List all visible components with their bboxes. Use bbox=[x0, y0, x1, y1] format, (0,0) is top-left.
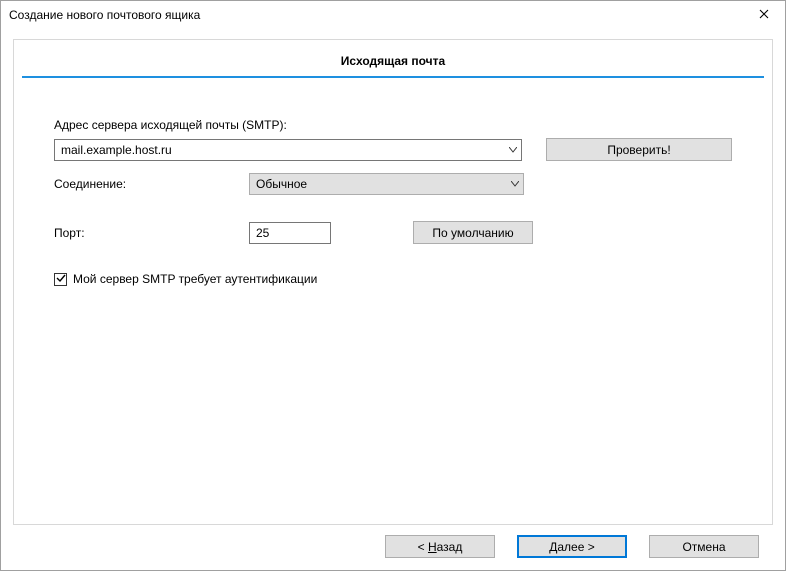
cancel-button[interactable]: Отмена bbox=[649, 535, 759, 558]
connection-value: Обычное bbox=[256, 177, 307, 191]
wizard-panel: Исходящая почта Адрес сервера исходящей … bbox=[13, 39, 773, 525]
smtp-server-combo[interactable]: mail.example.host.ru bbox=[54, 139, 522, 161]
port-row: Порт: 25 По умолчанию bbox=[54, 221, 732, 244]
port-input[interactable]: 25 bbox=[249, 222, 331, 244]
smtp-server-value: mail.example.host.ru bbox=[61, 143, 172, 157]
auth-checkbox-label: Мой сервер SMTP требует аутентификации bbox=[73, 272, 317, 286]
default-port-label: По умолчанию bbox=[432, 226, 513, 240]
next-button[interactable]: Далее > bbox=[517, 535, 627, 558]
close-button[interactable] bbox=[743, 1, 785, 29]
connection-row: Соединение: Обычное bbox=[54, 173, 732, 195]
connection-label: Соединение: bbox=[54, 177, 249, 191]
default-port-button[interactable]: По умолчанию bbox=[413, 221, 533, 244]
dialog-window: Создание нового почтового ящика Исходяща… bbox=[0, 0, 786, 571]
next-button-label: Далее > bbox=[549, 540, 595, 554]
window-title: Создание нового почтового ящика bbox=[9, 8, 200, 22]
chevron-down-icon bbox=[511, 181, 519, 187]
back-button-label: < Назад bbox=[418, 540, 463, 554]
back-button[interactable]: < Назад bbox=[385, 535, 495, 558]
content-area: Исходящая почта Адрес сервера исходящей … bbox=[1, 29, 785, 570]
verify-button[interactable]: Проверить! bbox=[546, 138, 732, 161]
smtp-server-label: Адрес сервера исходящей почты (SMTP): bbox=[54, 118, 732, 132]
close-icon bbox=[759, 8, 769, 22]
auth-checkbox-row: Мой сервер SMTP требует аутентификации bbox=[54, 272, 732, 286]
port-value: 25 bbox=[256, 226, 269, 240]
verify-button-label: Проверить! bbox=[607, 143, 670, 157]
port-label: Порт: bbox=[54, 226, 249, 240]
connection-select[interactable]: Обычное bbox=[249, 173, 524, 195]
titlebar: Создание нового почтового ящика bbox=[1, 1, 785, 29]
panel-title: Исходящая почта bbox=[14, 40, 772, 76]
auth-checkbox[interactable] bbox=[54, 273, 67, 286]
smtp-server-row: mail.example.host.ru Проверить! bbox=[54, 138, 732, 161]
wizard-footer: < Назад Далее > Отмена bbox=[13, 525, 773, 558]
panel-body: Адрес сервера исходящей почты (SMTP): ma… bbox=[14, 78, 772, 286]
cancel-button-label: Отмена bbox=[682, 540, 725, 554]
check-icon bbox=[56, 272, 66, 286]
chevron-down-icon bbox=[509, 147, 517, 153]
